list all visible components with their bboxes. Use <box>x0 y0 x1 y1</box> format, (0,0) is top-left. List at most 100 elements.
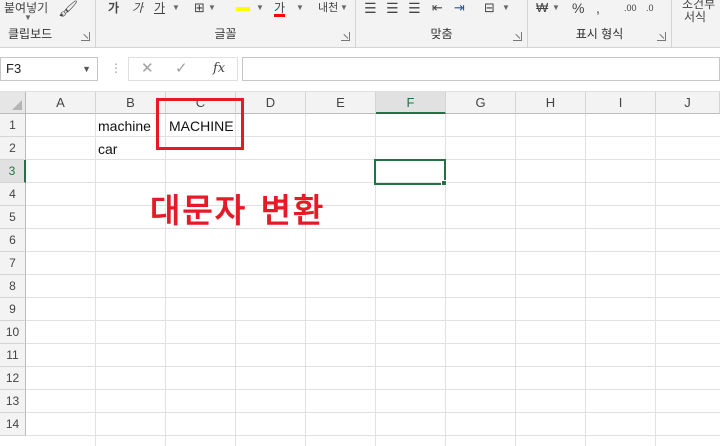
highlight-box <box>156 98 244 150</box>
worksheet-grid: ABCDEFGHIJ 1 2 3 4 5 6 7 8 9 10 11 12 13 14 machine M… <box>0 92 720 446</box>
column-header-I[interactable]: I <box>586 92 656 114</box>
fill-color-dropdown-icon[interactable]: ▼ <box>256 0 264 18</box>
row-header-8[interactable]: 8 <box>0 275 26 298</box>
formula-bar-splitter[interactable]: ⋮ <box>110 61 122 75</box>
gridline-vertical <box>655 114 656 446</box>
row-header-12[interactable]: 12 <box>0 367 26 390</box>
row-header-9[interactable]: 9 <box>0 298 26 321</box>
font-color-letter: 가 <box>274 1 286 17</box>
gridline-vertical <box>235 114 236 446</box>
column-header-H[interactable]: H <box>516 92 586 114</box>
row-header-13[interactable]: 13 <box>0 390 26 413</box>
alignment-group-label: 맞춤 <box>430 27 453 41</box>
row-header-1[interactable]: 1 <box>0 114 26 137</box>
enter-icon[interactable]: ✓ <box>175 58 188 80</box>
formula-input[interactable] <box>242 57 720 81</box>
row-header-10[interactable]: 10 <box>0 321 26 344</box>
column-header-F[interactable]: F <box>376 92 446 114</box>
row-header-2[interactable]: 2 <box>0 137 26 160</box>
select-all-button[interactable] <box>0 92 26 114</box>
border-icon[interactable]: ⊞ <box>194 0 205 18</box>
gridline-horizontal <box>26 320 720 321</box>
align-left-icon[interactable]: ☰ <box>364 0 377 18</box>
column-header-D[interactable]: D <box>236 92 306 114</box>
name-box-dropdown-icon[interactable]: ▼ <box>82 58 91 80</box>
comma-style-icon[interactable]: , <box>596 0 600 18</box>
ribbon: 붙여넣기 ▼ 🖌 클립보드 가 가 가 ▼ ⊞ ▼ ▼ 가 ▼ 내천 ▼ 글꼴 … <box>0 0 720 48</box>
gridline-horizontal <box>26 228 720 229</box>
gridline-horizontal <box>26 389 720 390</box>
merge-center-icon[interactable]: ⊟ <box>484 0 495 18</box>
column-header-A[interactable]: A <box>26 92 96 114</box>
decrease-indent-icon[interactable]: ⇤ <box>432 0 443 18</box>
fill-bucket-icon <box>236 6 250 11</box>
fill-color-button[interactable] <box>236 0 250 18</box>
gridline-vertical <box>585 114 586 446</box>
alignment-launcher-icon[interactable] <box>513 32 522 41</box>
fill-handle[interactable] <box>441 180 447 186</box>
column-header-E[interactable]: E <box>306 92 376 114</box>
gridline-vertical <box>515 114 516 446</box>
merge-dropdown-icon[interactable]: ▼ <box>502 0 510 18</box>
font-color-dropdown-icon[interactable]: ▼ <box>296 0 304 18</box>
accounting-format-icon[interactable]: ₩ <box>536 0 548 18</box>
row-header-7[interactable]: 7 <box>0 252 26 275</box>
insert-function-icon[interactable]: fx <box>213 58 225 80</box>
phonetic-dropdown-icon[interactable]: ▼ <box>340 0 348 18</box>
cancel-icon[interactable]: ✕ <box>141 58 154 80</box>
phonetic-icon[interactable]: 내천 <box>318 0 338 18</box>
gridline-horizontal <box>26 297 720 298</box>
increase-indent-icon[interactable]: ⇥ <box>454 0 465 18</box>
gridline-horizontal <box>26 205 720 206</box>
gridline-horizontal <box>26 343 720 344</box>
format-painter-icon[interactable]: 🖌 <box>58 0 78 20</box>
row-header-4[interactable]: 4 <box>0 183 26 206</box>
number-group-label: 표시 형식 <box>575 27 624 41</box>
formula-bar: F3 ▼ ⋮ ✕ ✓ fx <box>0 48 720 92</box>
increase-decimal-icon[interactable]: .00 <box>624 0 637 18</box>
gridline-vertical <box>165 114 166 446</box>
number-launcher-icon[interactable] <box>657 32 666 41</box>
clipboard-launcher-icon[interactable] <box>81 32 90 41</box>
row-header-14[interactable]: 14 <box>0 413 26 436</box>
row-header-3[interactable]: 3 <box>0 160 26 183</box>
font-launcher-icon[interactable] <box>341 32 350 41</box>
gridline-vertical <box>305 114 306 446</box>
gridline-horizontal <box>26 182 720 183</box>
gridline-horizontal <box>26 251 720 252</box>
underline-button[interactable]: 가 <box>154 0 165 18</box>
row-header-11[interactable]: 11 <box>0 344 26 367</box>
gridline-horizontal <box>26 412 720 413</box>
font-color-button[interactable]: 가 <box>274 0 286 18</box>
name-box[interactable]: F3 ▼ <box>0 57 98 81</box>
gridline-horizontal <box>26 435 720 436</box>
conditional-format-sublabel[interactable]: 서식 <box>684 7 706 27</box>
underline-dropdown-icon[interactable]: ▼ <box>172 0 180 18</box>
column-header-G[interactable]: G <box>446 92 516 114</box>
italic-button[interactable]: 가 <box>132 0 143 18</box>
column-header-J[interactable]: J <box>656 92 720 114</box>
align-right-icon[interactable]: ☰ <box>408 0 421 18</box>
row-header-6[interactable]: 6 <box>0 229 26 252</box>
annotation-text: 대문자 변환 <box>150 191 326 230</box>
name-box-value: F3 <box>6 61 22 76</box>
number-group: ₩ ▼ % , .00 .0 표시 형식 <box>528 0 672 48</box>
border-dropdown-icon[interactable]: ▼ <box>208 0 216 18</box>
percent-button[interactable]: % <box>572 0 584 18</box>
gridline-horizontal <box>26 159 720 160</box>
font-group-label: 글꼴 <box>214 27 237 41</box>
gridline-horizontal <box>26 274 720 275</box>
gridline-vertical <box>95 114 96 446</box>
formula-buttons: ✕ ✓ fx <box>128 57 238 81</box>
row-header-5[interactable]: 5 <box>0 206 26 229</box>
cell-B2[interactable]: car <box>98 138 117 160</box>
font-group: 가 가 가 ▼ ⊞ ▼ ▼ 가 ▼ 내천 ▼ 글꼴 <box>96 0 356 48</box>
decrease-decimal-icon[interactable]: .0 <box>646 0 654 18</box>
active-cell-F3[interactable] <box>374 159 446 185</box>
bold-button[interactable]: 가 <box>108 0 119 18</box>
styles-group: 조건부 서식 <box>672 0 720 48</box>
cell-B1[interactable]: machine <box>98 115 151 137</box>
align-center-icon[interactable]: ☰ <box>386 0 399 18</box>
alignment-group: ☰ ☰ ☰ ⇤ ⇥ ⊟ ▼ 맞춤 <box>356 0 528 48</box>
accounting-dropdown-icon[interactable]: ▼ <box>552 0 560 18</box>
